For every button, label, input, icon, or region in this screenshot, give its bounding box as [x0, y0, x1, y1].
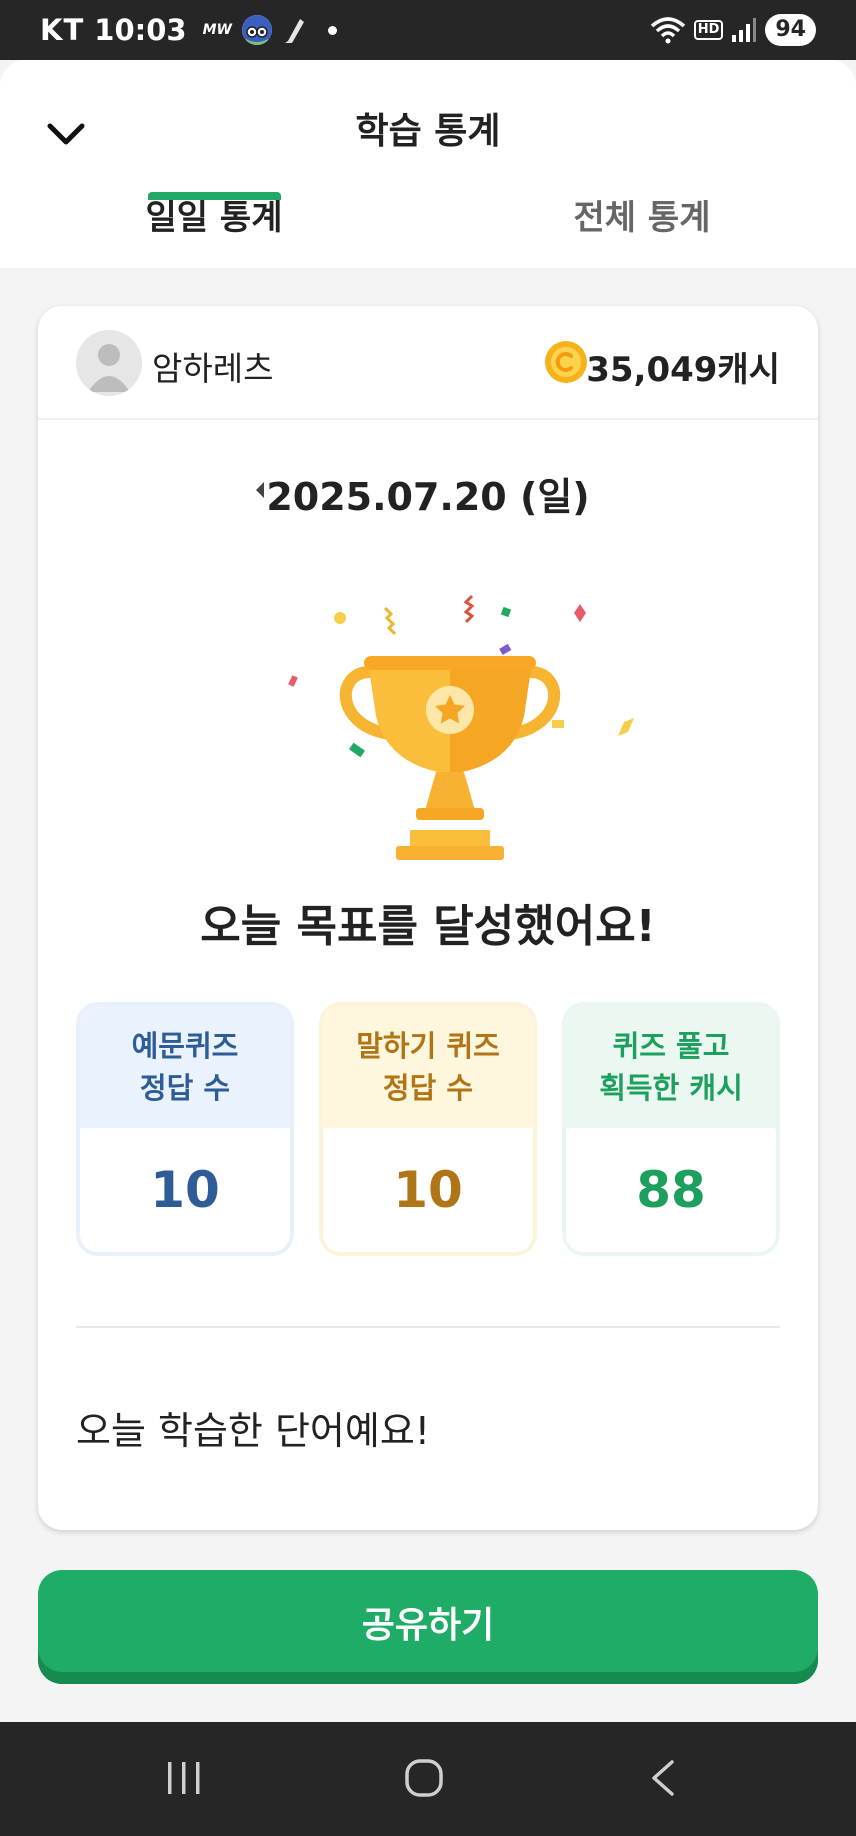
stat-value: 10 — [80, 1128, 290, 1252]
coin-icon — [545, 341, 587, 383]
stat-label-line1: 말하기 퀴즈 — [356, 1029, 500, 1063]
share-button[interactable]: 공유하기 — [38, 1570, 818, 1684]
divider — [76, 1326, 780, 1328]
stat-label-line2: 획득한 캐시 — [599, 1071, 743, 1105]
daily-stats-card: 암하레츠 35,049캐시 2025.07.20 (일) 오늘 목표를 달성했어… — [38, 306, 818, 1530]
back-icon[interactable] — [648, 1758, 678, 1798]
status-right: HD 94 — [650, 14, 816, 46]
hd-voice-icon: HD — [693, 20, 724, 40]
pen-notification-icon — [284, 19, 304, 43]
mw-label: MW — [202, 22, 232, 38]
signal-icon — [732, 18, 757, 42]
stat-label-line1: 예문퀴즈 — [131, 1029, 239, 1063]
stat-value: 10 — [323, 1128, 533, 1252]
tab-bar: 일일 통계 전체 통계 — [0, 188, 856, 268]
tab-indicator — [148, 192, 281, 200]
tab-daily-stats[interactable]: 일일 통계 — [114, 188, 314, 268]
stats-row: 예문퀴즈 정답 수 10 말하기 퀴즈 정답 수 10 퀴즈 풀고 획득한 캐시 — [76, 1002, 780, 1256]
stat-label: 퀴즈 풀고 획득한 캐시 — [566, 1006, 776, 1128]
trophy-icon — [288, 594, 634, 860]
stat-label: 말하기 퀴즈 정답 수 — [323, 1006, 533, 1128]
goal-achieved-title: 오늘 목표를 달성했어요! — [200, 901, 656, 952]
app-notification-icon — [241, 15, 272, 45]
notification-dot-icon — [327, 25, 337, 35]
stat-label-line2: 정답 수 — [139, 1071, 231, 1105]
stat-value: 88 — [566, 1128, 776, 1252]
wifi-icon — [650, 17, 685, 44]
stat-card-earned-cash: 퀴즈 풀고 획득한 캐시 88 — [562, 1002, 780, 1256]
header-sheet: 학습 통계 일일 통계 전체 통계 — [0, 60, 856, 268]
user-name: 암하레츠 — [152, 349, 274, 388]
date-label: 2025.07.20 (일) — [266, 475, 590, 519]
cash-balance: 35,049캐시 — [586, 350, 780, 390]
avatar — [76, 330, 142, 396]
stat-label: 예문퀴즈 정답 수 — [80, 1006, 290, 1128]
default-avatar-icon — [76, 330, 142, 396]
user-row: 암하레츠 35,049캐시 — [38, 306, 818, 420]
clock: 10:03 — [94, 13, 187, 47]
battery-indicator: 94 — [765, 14, 816, 46]
stat-label-line1: 퀴즈 풀고 — [612, 1029, 730, 1063]
tab-total-stats[interactable]: 전체 통계 — [542, 188, 742, 268]
system-nav-bar — [0, 1722, 856, 1836]
stat-card-speaking-quiz: 말하기 퀴즈 정답 수 10 — [319, 1002, 537, 1256]
stat-card-example-quiz: 예문퀴즈 정답 수 10 — [76, 1002, 294, 1256]
page-title: 학습 통계 — [355, 111, 501, 152]
recent-apps-icon[interactable] — [164, 1758, 204, 1798]
status-bar: KT 10:03 MW HD 94 — [0, 0, 856, 60]
stat-label-line2: 정답 수 — [382, 1071, 474, 1105]
status-left: KT 10:03 MW — [40, 13, 337, 47]
home-icon[interactable] — [404, 1758, 444, 1798]
carrier-label: KT — [40, 13, 85, 47]
learned-words-title: 오늘 학습한 단어예요! — [76, 1409, 431, 1453]
